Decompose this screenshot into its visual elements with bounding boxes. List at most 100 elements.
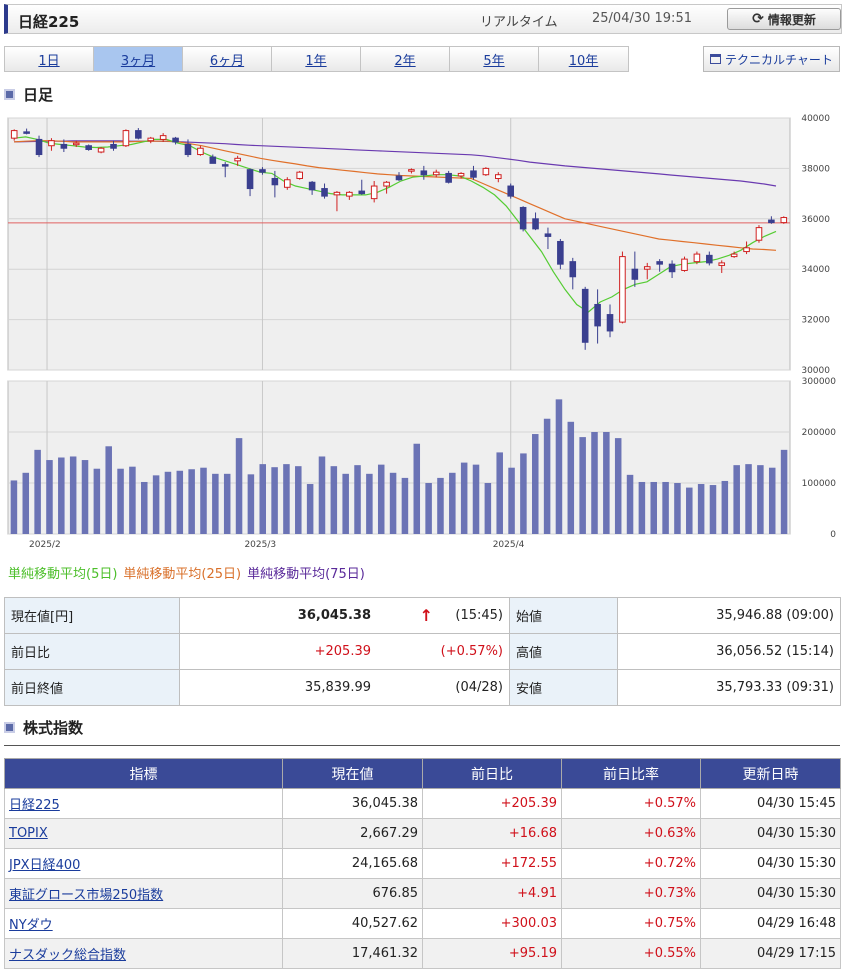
index-change: +16.68 [422,818,562,849]
index-pct: +0.73% [561,878,701,909]
low-label: 安値 [509,669,618,706]
volume-bar [555,399,563,534]
volume-bar [674,483,681,534]
square-bullet-icon [4,722,15,733]
page-header: 日経225 リアルタイム 25/04/30 19:51 ⟳ 情報更新 [4,4,842,34]
price-tick-label: 34000 [801,265,830,275]
price-tick-label: 30000 [801,366,830,376]
tab-1d[interactable]: 1日 [5,47,94,71]
volume-bar [745,464,752,534]
volume-bar [697,484,705,534]
tab-3m[interactable]: 3ヶ月 [94,47,183,71]
volume-bar [105,446,112,534]
volume-bar [638,481,646,534]
index-link-nikkei225[interactable]: 日経225 [9,798,60,813]
table-row: NYダウ 40,527.62 +300.03 +0.75% 04/29 16:4… [4,908,841,939]
volume-tick-label: 100000 [802,479,837,489]
volume-bar [389,472,397,534]
candle-body [569,261,577,278]
quote-row: 前日比 +205.39 (+0.57%) 高値 36,056.52 (15:14… [4,633,841,670]
candle-body [718,262,726,266]
tab-10y[interactable]: 10年 [539,47,628,71]
update-datetime: 25/04/30 19:51 [592,11,692,26]
candle-body [60,143,68,149]
volume-tick-label: 300000 [802,377,837,387]
index-link-jpx400[interactable]: JPX日経400 [9,858,80,873]
volume-bar [531,434,539,534]
index-link-nasdaq[interactable]: ナスダック総合指数 [9,948,126,963]
volume-bar [768,467,776,534]
candle-body [730,253,738,258]
table-row: JPX日経400 24,165.68 +172.55 +0.72% 04/30 … [4,848,841,879]
tab-5y[interactable]: 5年 [450,47,539,71]
candle-body [296,171,303,179]
volume-bar [721,480,729,534]
technical-chart-button[interactable]: テクニカルチャート [703,46,840,72]
candle-body [631,268,639,280]
candle-body [346,191,353,197]
volume-bar [117,468,124,534]
price-tick-label: 32000 [801,316,830,326]
window-icon [710,54,722,64]
volume-bar [200,467,207,534]
volume-bar [46,460,53,534]
index-name-cell: NYダウ [4,908,283,939]
volume-bar [733,465,740,534]
candle-body [495,174,502,179]
candle-body [519,206,527,230]
candle-body [197,147,204,156]
legend-ma5: 単純移動平均(5日) [8,567,118,582]
volume-bar [342,473,349,534]
candle-body [23,131,30,134]
x-axis-label: 2025/3 [244,540,276,550]
period-tabs: 1日 3ヶ月 6ヶ月 1年 2年 5年 10年 [4,46,629,72]
candle-body [370,185,378,200]
volume-bar [543,418,551,534]
candle-body [768,219,775,224]
candle-body [321,188,328,197]
volume-bar [271,467,278,534]
refresh-button[interactable]: ⟳ 情報更新 [727,8,841,30]
prev-close-value: 35,839.99 [304,680,371,695]
volume-bar [259,464,267,534]
candle-body [432,171,440,176]
index-change: +300.03 [422,908,562,939]
volume-bar [22,472,30,534]
index-value: 36,045.38 [282,788,423,819]
candle-body [147,137,155,142]
legend-ma25: 単純移動平均(25日) [123,567,242,582]
change-pct: (+0.57%) [440,644,503,659]
tab-1y[interactable]: 1年 [272,47,361,71]
index-link-topix[interactable]: TOPIX [9,826,48,841]
index-link-nydow[interactable]: NYダウ [9,918,53,933]
high-label: 高値 [509,633,618,670]
candle-body [135,130,142,139]
candle-body [283,179,291,188]
price-panel [7,117,791,371]
index-updated: 04/30 15:30 [700,878,841,909]
candle-body [172,137,179,143]
candle-body [532,218,539,230]
candle-body [85,145,92,151]
quote-row: 前日終値 35,839.99 (04/28) 安値 35,793.33 (09:… [4,669,841,706]
candle-body [184,143,192,156]
index-updated: 04/29 16:48 [700,908,841,939]
low-value: 35,793.33 (09:31) [617,669,841,706]
quote-row: 現在値[円] 36,045.38 ↑ (15:45) 始値 35,946.88 … [4,597,841,634]
index-change: +95.19 [422,938,562,969]
index-name-cell: JPX日経400 [4,848,283,879]
volume-tick-label: 200000 [802,428,837,438]
tab-6m[interactable]: 6ヶ月 [183,47,272,71]
index-table-header: 指標 現在値 前日比 前日比率 更新日時 [4,758,841,789]
candle-body [122,130,130,147]
table-row: 日経225 36,045.38 +205.39 +0.57% 04/30 15:… [4,788,841,819]
volume-bar [662,481,669,534]
volume-bar [366,473,373,534]
index-link-growth250[interactable]: 東証グロース市場250指数 [9,888,163,903]
legend-ma75: 単純移動平均(75日) [247,567,365,582]
refresh-button-label: 情報更新 [767,12,816,27]
candle-body [383,181,390,187]
tab-2y[interactable]: 2年 [361,47,450,71]
prev-close-cell: 35,839.99 (04/28) [179,669,510,706]
volume-bar [377,464,385,534]
